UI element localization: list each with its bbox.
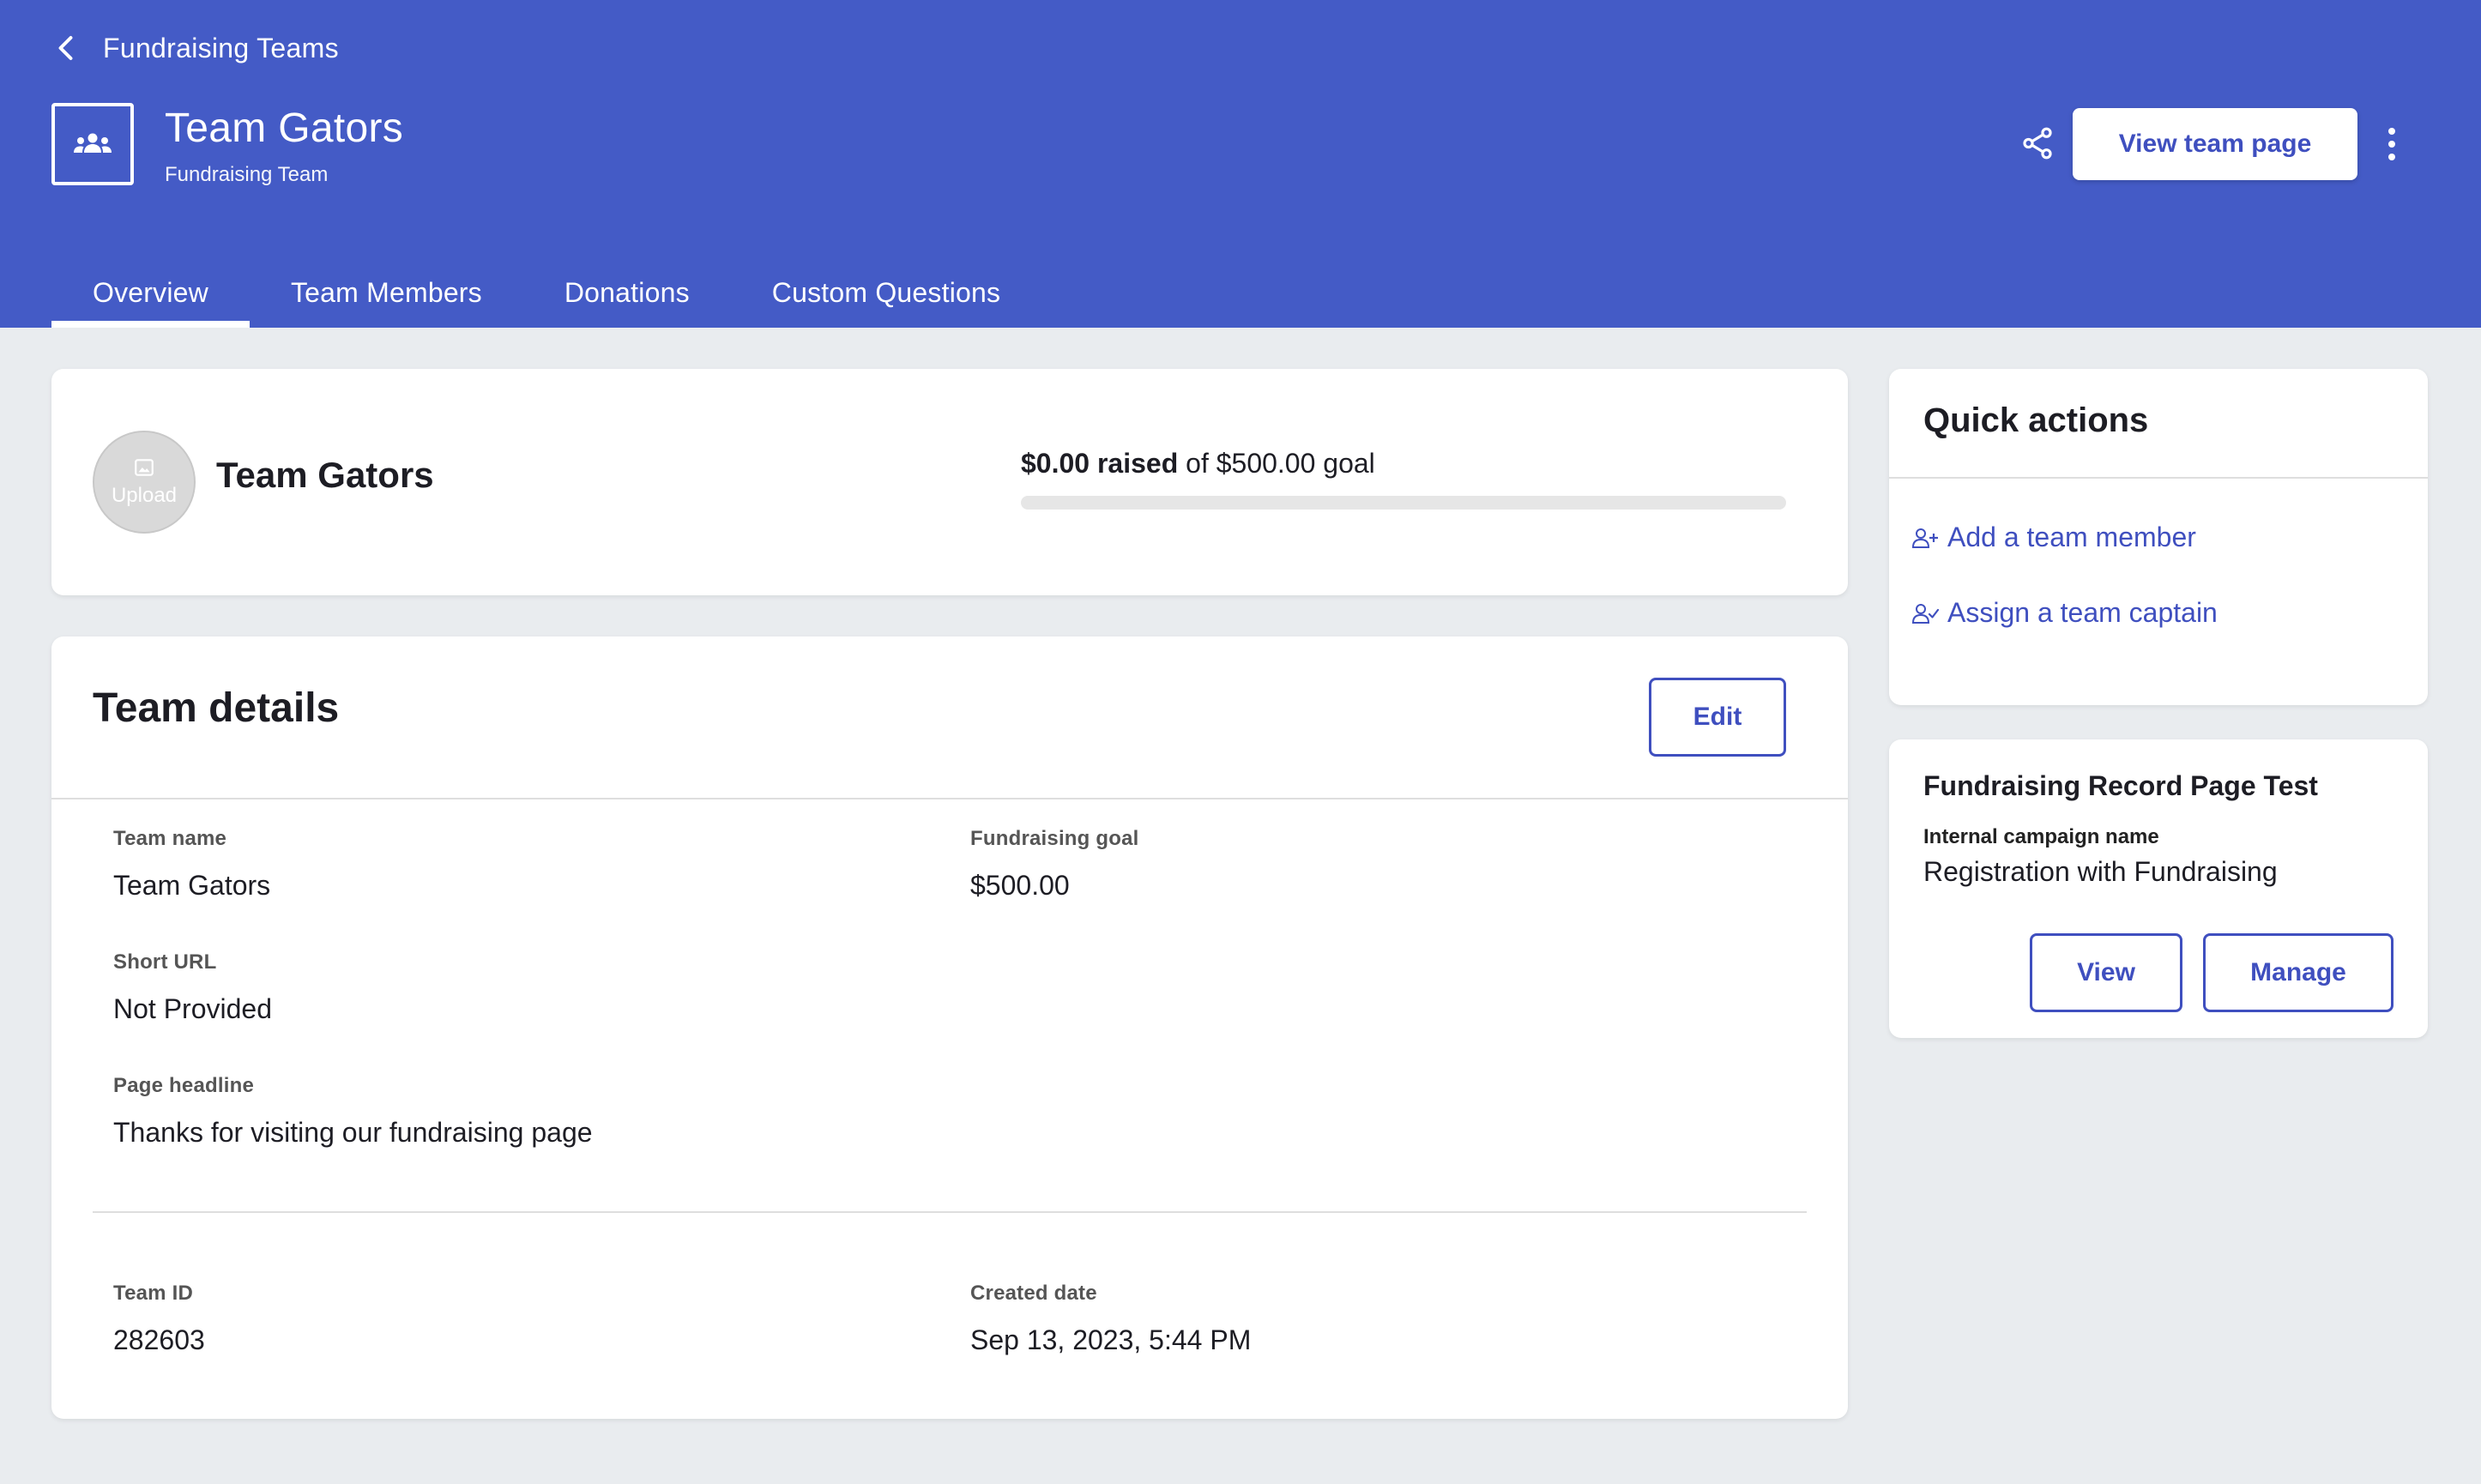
person-add-icon: [1911, 528, 1938, 548]
quick-actions-card: Quick actions Add a team member Assign a…: [1889, 369, 2428, 705]
raised-amount: $0.00 raised: [1021, 448, 1179, 479]
divider: [51, 798, 1848, 799]
page-header: Fundraising Teams Team Gators Fundraisin…: [0, 0, 2481, 328]
back-link-label: Fundraising Teams: [103, 32, 339, 63]
field-label: Page headline: [113, 1074, 254, 1097]
campaign-internal-label: Internal campaign name: [1923, 825, 2159, 848]
assign-team-captain-link[interactable]: Assign a team captain: [1911, 597, 2218, 629]
goal-text: of $500.00 goal: [1186, 448, 1375, 479]
tab-overview[interactable]: Overview: [51, 257, 250, 328]
field-value: Thanks for visiting our fundraising page: [113, 1117, 593, 1148]
field-label: Short URL: [113, 950, 217, 974]
team-summary-card: Upload Team Gators $0.00 raised of $500.…: [51, 369, 1848, 595]
tab-donations[interactable]: Donations: [523, 257, 731, 328]
quick-actions-title: Quick actions: [1923, 401, 2149, 439]
chevron-left-icon: [58, 36, 73, 60]
quick-action-label: Add a team member: [1947, 522, 2196, 552]
field-value: Sep 13, 2023, 5:44 PM: [970, 1324, 1252, 1355]
upload-avatar-button[interactable]: Upload: [93, 431, 196, 534]
field-value: Team Gators: [113, 870, 271, 901]
field-page-headline: Page headline Thanks for visiting our fu…: [113, 1074, 593, 1149]
summary-team-name: Team Gators: [216, 455, 434, 495]
manage-campaign-button[interactable]: Manage: [2203, 933, 2393, 1012]
more-options-button[interactable]: [2376, 124, 2407, 165]
more-vertical-icon: [2388, 128, 2395, 135]
page-title: Team Gators: [165, 106, 404, 151]
team-group-icon: [74, 133, 112, 153]
tab-custom-questions[interactable]: Custom Questions: [731, 257, 1041, 328]
field-value: 282603: [113, 1324, 205, 1355]
field-fundraising-goal: Fundraising goal $500.00: [970, 827, 1139, 902]
upload-label: Upload: [111, 484, 178, 507]
team-avatar: [51, 103, 134, 185]
field-label: Team name: [113, 827, 227, 850]
image-icon: [135, 459, 154, 476]
section-title: Team details: [93, 685, 340, 731]
campaign-internal-value: Registration with Fundraising: [1923, 856, 2278, 887]
tab-bar: Overview Team Members Donations Custom Q…: [51, 257, 1041, 328]
field-value: Not Provided: [113, 993, 272, 1024]
field-team-name: Team name Team Gators: [113, 827, 270, 902]
view-campaign-button[interactable]: View: [2030, 933, 2182, 1012]
divider: [1889, 477, 2428, 479]
campaign-title: Fundraising Record Page Test: [1923, 770, 2318, 801]
campaign-card: Fundraising Record Page Test Internal ca…: [1889, 739, 2428, 1038]
field-label: Created date: [970, 1282, 1097, 1305]
field-team-id: Team ID 282603: [113, 1282, 205, 1356]
person-check-icon: [1911, 603, 1939, 624]
field-label: Fundraising goal: [970, 827, 1139, 850]
quick-action-label: Assign a team captain: [1947, 597, 2218, 628]
share-icon: [2023, 127, 2052, 160]
view-team-page-button[interactable]: View team page: [2073, 108, 2357, 180]
field-label: Team ID: [113, 1282, 193, 1305]
fundraising-progress-bar: [1021, 496, 1786, 510]
field-value: $500.00: [970, 870, 1070, 901]
field-created-date: Created date Sep 13, 2023, 5:44 PM: [970, 1282, 1251, 1356]
team-details-card: Team details Edit Team name Team Gators …: [51, 636, 1848, 1419]
edit-button[interactable]: Edit: [1649, 678, 1786, 757]
share-button[interactable]: [2018, 124, 2057, 163]
page-subtitle: Fundraising Team: [165, 163, 329, 186]
tab-team-members[interactable]: Team Members: [250, 257, 523, 328]
back-link[interactable]: Fundraising Teams: [51, 26, 339, 70]
divider: [93, 1211, 1807, 1213]
raised-summary: $0.00 raised of $500.00 goal: [1021, 448, 1375, 480]
field-short-url: Short URL Not Provided: [113, 950, 272, 1025]
add-team-member-link[interactable]: Add a team member: [1911, 522, 2196, 553]
